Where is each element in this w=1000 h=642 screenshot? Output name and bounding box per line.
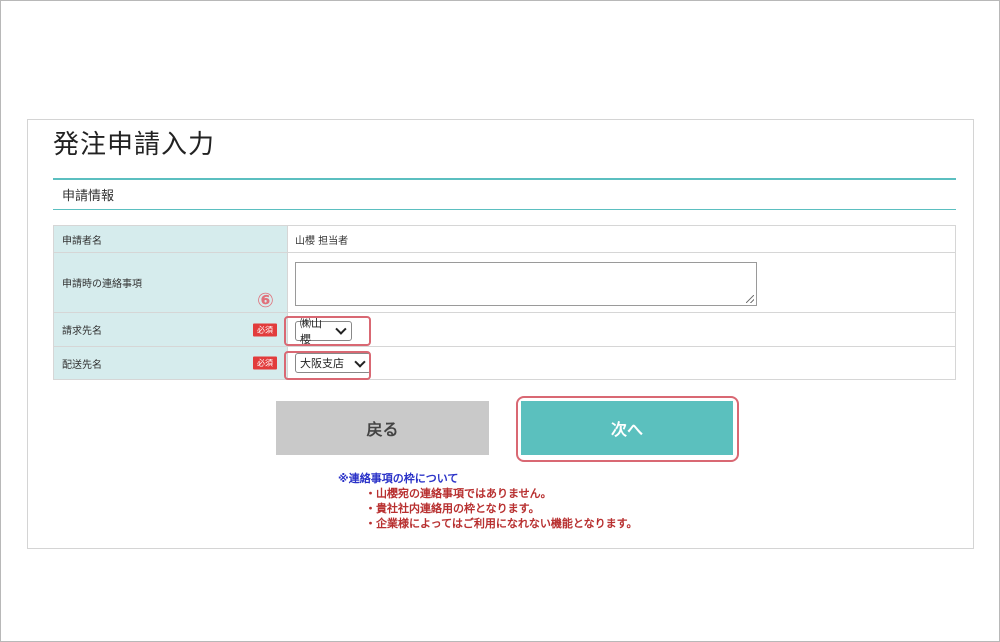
billing-select-highlight [284,316,371,346]
applicant-value: 山櫻 担当者 [287,225,956,253]
notes-line: ・山櫻宛の連絡事項ではありません。 [365,487,552,500]
notes-line: ・貴社社内連絡用の枠となります。 [365,502,540,515]
contact-label: 申請時の連絡事項 [53,252,288,313]
request-form-table: 申請者名 山櫻 担当者 申請時の連絡事項 請求先名 必須 ㈱山櫻 配送先名 必須… [53,225,956,380]
delivery-select-highlight [284,351,371,380]
billing-label: 請求先名 [62,326,102,337]
step-marker: ⑥ [257,288,274,312]
form-row-applicant: 申請者名 山櫻 担当者 [53,225,956,253]
billing-label-cell: 請求先名 必須 [53,312,288,347]
contact-notes: ※連絡事項の枠について ・山櫻宛の連絡事項ではありません。 ・貴社社内連絡用の枠… [338,471,637,531]
delivery-required-badge: 必須 [253,356,277,370]
notes-heading: ※連絡事項の枠について [338,472,459,485]
delivery-label-cell: 配送先名 必須 [53,346,288,380]
billing-required-badge: 必須 [253,323,277,336]
form-row-contact: 申請時の連絡事項 [53,252,956,313]
back-button[interactable]: 戻る [276,401,489,455]
delivery-cell: 大阪支店 [287,346,956,380]
delivery-label: 配送先名 [62,359,102,371]
contact-cell [287,252,956,313]
form-row-billing: 請求先名 必須 ㈱山櫻 [53,312,956,347]
billing-cell: ㈱山櫻 [287,312,956,347]
contact-textarea[interactable] [295,261,757,306]
page-title: 発注申請入力 [53,130,216,160]
next-button[interactable]: 次へ [521,401,733,455]
section-title: 申請情報 [62,189,115,204]
order-request-panel: 発注申請入力 申請情報 申請者名 山櫻 担当者 申請時の連絡事項 請求先名 必須 [27,119,974,549]
title-divider [53,178,956,180]
form-row-delivery: 配送先名 必須 大阪支店 [53,346,956,380]
resize-grip-icon[interactable] [746,294,754,303]
applicant-label: 申請者名 [53,225,288,253]
section-divider [53,209,956,210]
notes-line: ・企業様によってはご利用になれない機能となります。 [365,517,638,530]
